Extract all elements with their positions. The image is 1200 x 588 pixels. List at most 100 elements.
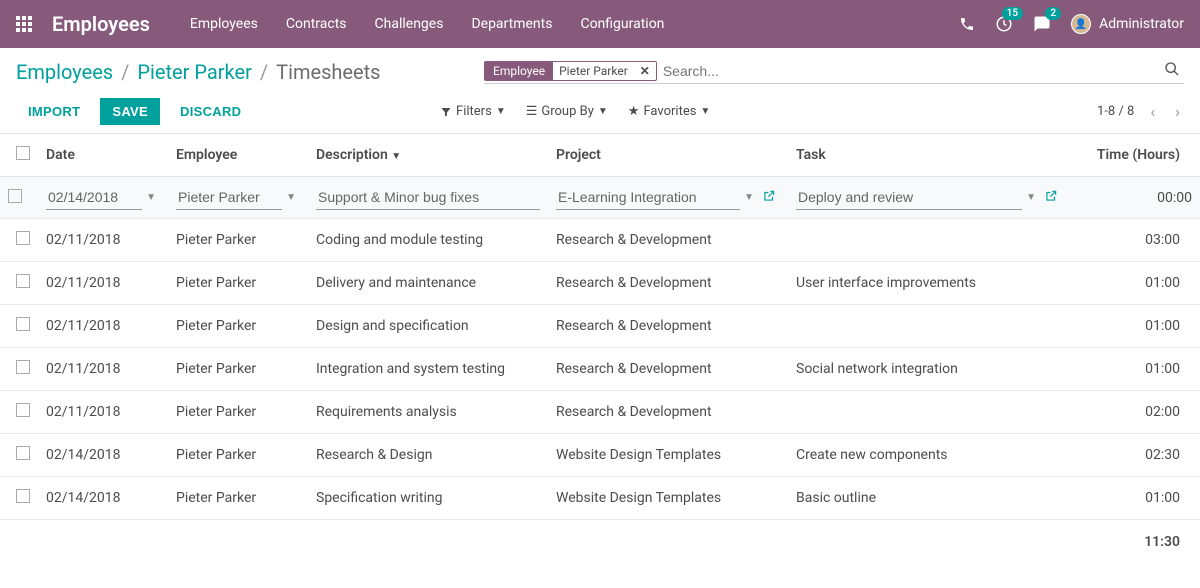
table-row-editable[interactable]: ▼ ▼ ▼ <box>0 177 1200 219</box>
total-time: 11:30 <box>1070 520 1200 565</box>
facet-value: Pieter Parker <box>553 62 634 80</box>
cell-time: 02:30 <box>1070 434 1200 477</box>
cell-task: Basic outline <box>788 477 1070 520</box>
timesheet-table-wrap: Date Employee Description ▼ Project Task… <box>0 133 1200 564</box>
col-project[interactable]: Project <box>548 134 788 177</box>
cell-task <box>788 391 1070 434</box>
cell-task <box>788 219 1070 262</box>
employee-input[interactable] <box>176 185 282 210</box>
row-checkbox[interactable] <box>16 489 30 503</box>
col-task[interactable]: Task <box>788 134 1070 177</box>
task-caret-icon[interactable]: ▼ <box>1022 192 1040 203</box>
table-row[interactable]: 02/11/2018Pieter ParkerDelivery and main… <box>0 262 1200 305</box>
menu-departments[interactable]: Departments <box>471 16 552 32</box>
cell-employee: Pieter Parker <box>168 477 308 520</box>
cell-employee: Pieter Parker <box>168 219 308 262</box>
cell-description: Design and specification <box>308 305 548 348</box>
discard-button[interactable]: DISCARD <box>168 98 253 125</box>
activities-icon[interactable]: 15 <box>995 15 1013 33</box>
favorites-dropdown[interactable]: ★ Favorites ▼ <box>628 104 711 119</box>
project-input[interactable] <box>556 185 740 210</box>
bc-employees[interactable]: Employees <box>16 60 113 84</box>
activities-badge: 15 <box>1002 7 1023 20</box>
table-row[interactable]: 02/14/2018Pieter ParkerResearch & Design… <box>0 434 1200 477</box>
date-input[interactable] <box>46 185 142 210</box>
cell-description: Integration and system testing <box>308 348 548 391</box>
pager-prev-icon[interactable]: ‹ <box>1146 102 1159 121</box>
menu-configuration[interactable]: Configuration <box>580 16 664 32</box>
top-menu: Employees Contracts Challenges Departmen… <box>190 16 665 32</box>
cell-description: Specification writing <box>308 477 548 520</box>
description-input[interactable] <box>316 185 540 210</box>
cell-task: Social network integration <box>788 348 1070 391</box>
row-checkbox[interactable] <box>16 360 30 374</box>
search-bar: Employee Pieter Parker ✕ <box>484 61 1184 84</box>
cell-time: 01:00 <box>1070 348 1200 391</box>
employee-caret-icon[interactable]: ▼ <box>282 192 300 203</box>
cell-description: Coding and module testing <box>308 219 548 262</box>
col-employee[interactable]: Employee <box>168 134 308 177</box>
col-date[interactable]: Date <box>38 134 168 177</box>
table-row[interactable]: 02/11/2018Pieter ParkerDesign and specif… <box>0 305 1200 348</box>
facet-remove-icon[interactable]: ✕ <box>634 64 656 78</box>
cell-task: User interface improvements <box>788 262 1070 305</box>
table-row[interactable]: 02/11/2018Pieter ParkerIntegration and s… <box>0 348 1200 391</box>
phone-icon[interactable] <box>959 16 975 32</box>
cell-employee: Pieter Parker <box>168 434 308 477</box>
import-button[interactable]: IMPORT <box>16 98 92 125</box>
cell-description: Requirements analysis <box>308 391 548 434</box>
messages-badge: 2 <box>1045 7 1061 20</box>
menu-contracts[interactable]: Contracts <box>286 16 347 32</box>
messages-icon[interactable]: 2 <box>1033 15 1051 33</box>
date-caret-icon[interactable]: ▼ <box>142 192 160 203</box>
table-row[interactable]: 02/11/2018Pieter ParkerCoding and module… <box>0 219 1200 262</box>
task-input[interactable] <box>796 185 1022 210</box>
menu-challenges[interactable]: Challenges <box>375 16 444 32</box>
row-checkbox[interactable] <box>16 274 30 288</box>
select-all-checkbox[interactable] <box>16 146 30 160</box>
filters-dropdown[interactable]: Filters ▼ <box>440 104 506 119</box>
row-checkbox[interactable] <box>16 317 30 331</box>
apps-icon[interactable] <box>16 16 32 32</box>
row-checkbox[interactable] <box>16 231 30 245</box>
search-icon[interactable] <box>1160 61 1184 81</box>
cell-project: Research & Development <box>548 348 788 391</box>
col-description[interactable]: Description ▼ <box>308 134 548 177</box>
cell-project: Website Design Templates <box>548 477 788 520</box>
avatar-icon: 👤 <box>1071 14 1091 34</box>
table-row[interactable]: 02/11/2018Pieter ParkerRequirements anal… <box>0 391 1200 434</box>
control-panel: Employees / Pieter Parker / Timesheets E… <box>0 48 1200 125</box>
cell-description: Delivery and maintenance <box>308 262 548 305</box>
cell-date: 02/14/2018 <box>38 477 168 520</box>
col-time[interactable]: Time (Hours) <box>1070 134 1200 177</box>
pager-next-icon[interactable]: › <box>1171 102 1184 121</box>
save-button[interactable]: SAVE <box>100 98 160 125</box>
table-row[interactable]: 02/14/2018Pieter ParkerSpecification wri… <box>0 477 1200 520</box>
app-title: Employees <box>52 12 150 36</box>
cell-employee: Pieter Parker <box>168 348 308 391</box>
search-facet: Employee Pieter Parker ✕ <box>484 61 657 81</box>
cell-date: 02/11/2018 <box>38 348 168 391</box>
groupby-dropdown[interactable]: ☰ Group By ▼ <box>526 104 608 119</box>
cell-time: 01:00 <box>1070 262 1200 305</box>
time-cell[interactable]: 00:00 <box>1070 177 1200 219</box>
cell-time: 02:00 <box>1070 391 1200 434</box>
user-menu[interactable]: 👤 Administrator <box>1071 14 1184 34</box>
project-external-link-icon[interactable] <box>758 189 780 207</box>
bc-employee-name[interactable]: Pieter Parker <box>137 60 251 84</box>
task-external-link-icon[interactable] <box>1040 189 1062 207</box>
cell-employee: Pieter Parker <box>168 305 308 348</box>
menu-employees[interactable]: Employees <box>190 16 258 32</box>
topbar-right: 15 2 👤 Administrator <box>959 14 1184 34</box>
cell-project: Research & Development <box>548 262 788 305</box>
row-checkbox[interactable] <box>8 189 22 203</box>
cell-time: 03:00 <box>1070 219 1200 262</box>
row-checkbox[interactable] <box>16 446 30 460</box>
row-checkbox[interactable] <box>16 403 30 417</box>
filter-bar: Filters ▼ ☰ Group By ▼ ★ Favorites ▼ <box>440 104 710 119</box>
cell-project: Research & Development <box>548 391 788 434</box>
search-input[interactable] <box>663 63 1160 79</box>
timesheet-table: Date Employee Description ▼ Project Task… <box>0 134 1200 564</box>
project-caret-icon[interactable]: ▼ <box>740 192 758 203</box>
cell-description: Research & Design <box>308 434 548 477</box>
